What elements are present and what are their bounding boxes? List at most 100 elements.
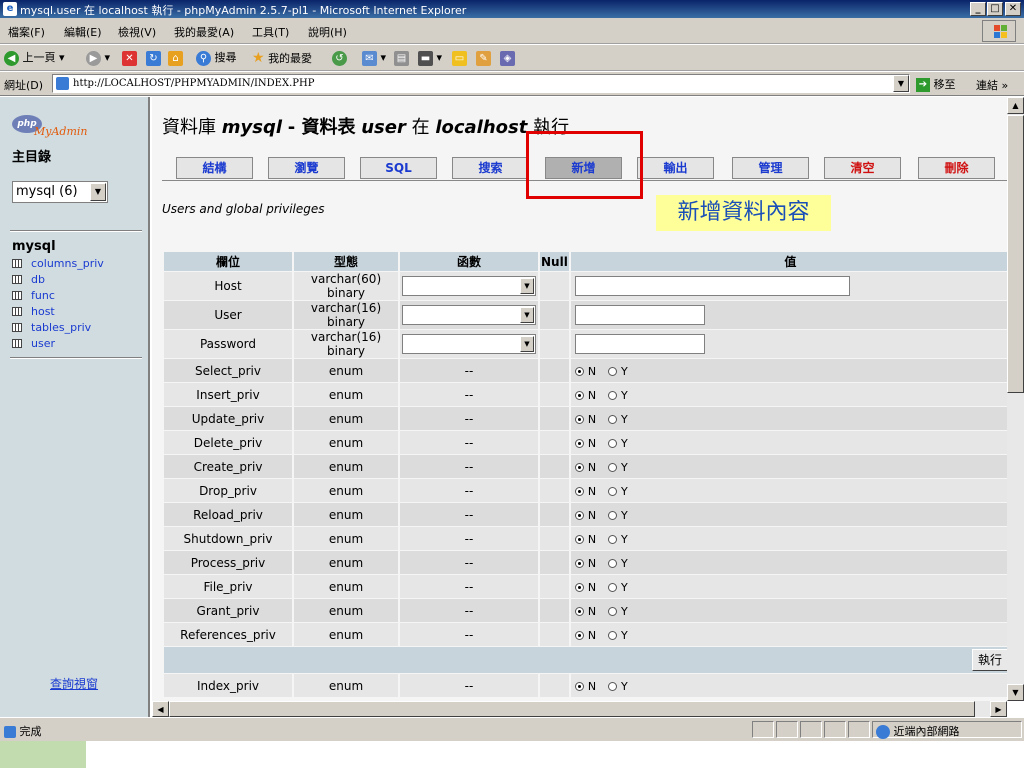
forward-button[interactable]: ▶ ▾ <box>86 49 110 67</box>
radio-y[interactable] <box>608 534 618 544</box>
database-select[interactable]: mysql (6) ▼ <box>12 181 108 203</box>
submit-row: 執行 <box>164 647 1007 673</box>
radio-n[interactable] <box>574 486 584 496</box>
discuss-button[interactable]: ▭ <box>452 49 467 67</box>
value-input[interactable] <box>574 276 850 296</box>
tab-operations[interactable]: 管理 <box>732 157 809 179</box>
radio-y[interactable] <box>608 606 618 616</box>
radio-n[interactable] <box>574 414 584 424</box>
home-button[interactable]: ⌂ <box>168 49 183 67</box>
home-link[interactable]: 主目錄 <box>12 146 51 165</box>
menu-file[interactable]: 檔案(F) <box>8 24 45 40</box>
vertical-scroll-thumb[interactable] <box>1007 115 1024 393</box>
menu-tools[interactable]: 工具(T) <box>252 24 289 40</box>
mail-button[interactable]: ✉ ▾ <box>362 49 386 67</box>
messenger-button[interactable]: ✎ <box>476 49 491 67</box>
function-cell: -- <box>400 359 538 382</box>
menu-favorites[interactable]: 我的最愛(A) <box>174 24 234 40</box>
function-select[interactable]: ▼ <box>402 276 536 296</box>
radio-n[interactable] <box>574 558 584 568</box>
address-input[interactable]: http://LOCALHOST/PHPMYADMIN/INDEX.PHP <box>52 74 910 93</box>
table-link-func[interactable]: func <box>12 289 55 302</box>
research-icon: ◈ <box>500 50 515 66</box>
database-link[interactable]: mysql <box>222 117 282 138</box>
go-button[interactable]: ➔ 移至 <box>916 76 956 92</box>
radio-y[interactable] <box>608 486 618 496</box>
vertical-scrollbar[interactable]: ▲ ▼ <box>1007 97 1024 701</box>
radio-y[interactable] <box>608 558 618 568</box>
radio-y[interactable] <box>608 438 618 448</box>
radio-y[interactable] <box>608 414 618 424</box>
tab-structure[interactable]: 結構 <box>176 157 253 179</box>
radio-n[interactable] <box>574 510 584 520</box>
scroll-left-icon[interactable]: ◀ <box>152 701 169 717</box>
scroll-up-icon[interactable]: ▲ <box>1007 97 1024 114</box>
radio-n[interactable] <box>574 681 584 691</box>
scroll-down-icon[interactable]: ▼ <box>1007 684 1024 701</box>
back-button[interactable]: ◀ 上一頁 ▾ <box>4 49 65 67</box>
horizontal-scrollbar[interactable]: ◀ ▶ <box>152 701 1007 717</box>
field-type: enum <box>294 455 398 478</box>
search-button[interactable]: ⚲ 搜尋 <box>196 49 237 67</box>
research-button[interactable]: ◈ <box>500 49 515 67</box>
radio-y[interactable] <box>608 510 618 520</box>
menu-edit[interactable]: 編輯(E) <box>64 24 102 40</box>
radio-y[interactable] <box>608 681 618 691</box>
favorites-label: 我的最愛 <box>268 52 313 65</box>
radio-y[interactable] <box>608 630 618 640</box>
menu-help[interactable]: 說明(H) <box>308 24 347 40</box>
radio-n[interactable] <box>574 606 584 616</box>
radio-y[interactable] <box>608 582 618 592</box>
table-link-columns-priv[interactable]: columns_priv <box>12 257 104 270</box>
value-input[interactable] <box>574 305 705 325</box>
tab-search[interactable]: 搜索 <box>452 157 529 179</box>
close-button[interactable]: ✕ <box>1005 2 1021 16</box>
tab-empty[interactable]: 清空 <box>824 157 901 179</box>
phpmyadmin-logo[interactable]: php MyAdmin <box>12 115 97 141</box>
tab-browse[interactable]: 瀏覽 <box>268 157 345 179</box>
table-link-user[interactable]: user <box>12 337 55 350</box>
radio-y[interactable] <box>608 462 618 472</box>
value-input[interactable] <box>574 334 705 354</box>
null-cell <box>540 330 569 358</box>
print-button[interactable]: ▤ <box>394 49 409 67</box>
home-icon: ⌂ <box>168 50 183 66</box>
query-window-link[interactable]: 查詢視窗 <box>50 675 98 692</box>
execute-button[interactable]: 執行 <box>971 649 1007 671</box>
radio-y[interactable] <box>608 390 618 400</box>
page-done-icon <box>4 726 16 738</box>
radio-n[interactable] <box>574 366 584 376</box>
stop-button[interactable]: ✕ <box>122 49 137 67</box>
table-link[interactable]: user <box>361 117 406 138</box>
tab-sql[interactable]: SQL <box>360 157 437 179</box>
database-name[interactable]: mysql <box>12 239 56 254</box>
favorites-button[interactable]: ★ 我的最愛 <box>252 49 312 67</box>
links-button[interactable]: 連結 » <box>976 77 1008 93</box>
maximize-button[interactable]: □ <box>987 2 1003 16</box>
radio-y[interactable] <box>608 366 618 376</box>
radio-n[interactable] <box>574 630 584 640</box>
radio-n[interactable] <box>574 582 584 592</box>
scroll-right-icon[interactable]: ▶ <box>990 701 1007 717</box>
function-select[interactable]: ▼ <box>402 334 536 354</box>
address-dropdown-icon[interactable]: ▼ <box>893 75 909 92</box>
history-button[interactable]: ↺ <box>332 49 347 67</box>
menu-view[interactable]: 檢視(V) <box>118 24 156 40</box>
host-link[interactable]: localhost <box>435 117 527 138</box>
database-select-value: mysql (6) <box>16 184 78 199</box>
radio-n[interactable] <box>574 462 584 472</box>
edit-button[interactable]: ▬ ▾ <box>418 49 442 67</box>
table-link-host[interactable]: host <box>12 305 55 318</box>
function-select[interactable]: ▼ <box>402 305 536 325</box>
radio-n[interactable] <box>574 534 584 544</box>
radio-n[interactable] <box>574 390 584 400</box>
minimize-button[interactable]: _ <box>970 2 986 16</box>
refresh-button[interactable]: ↻ <box>146 49 161 67</box>
star-icon: ★ <box>252 50 265 66</box>
horizontal-scroll-thumb[interactable] <box>169 701 975 717</box>
table-link-db[interactable]: db <box>12 273 45 286</box>
radio-n[interactable] <box>574 438 584 448</box>
tab-drop[interactable]: 刪除 <box>918 157 995 179</box>
table-link-tables-priv[interactable]: tables_priv <box>12 321 91 334</box>
tab-export[interactable]: 輸出 <box>637 157 714 179</box>
